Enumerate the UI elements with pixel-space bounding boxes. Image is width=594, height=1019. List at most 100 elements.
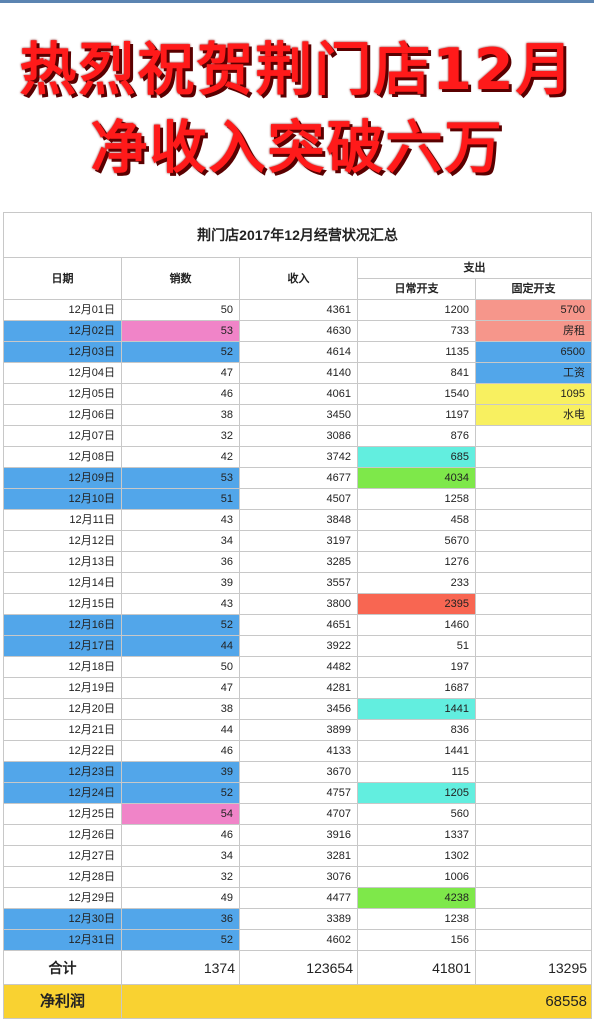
sales-cell: 51 bbox=[121, 488, 240, 510]
income-cell: 3281 bbox=[239, 845, 358, 867]
daily-expense-cell: 1441 bbox=[357, 698, 476, 720]
fixed-expense-cell: 5700 bbox=[474, 299, 593, 321]
date-cell: 12月14日 bbox=[3, 572, 122, 594]
income-cell: 3076 bbox=[239, 866, 358, 888]
fixed-expense-cell: 房租 bbox=[474, 320, 593, 342]
income-cell: 4133 bbox=[239, 740, 358, 762]
fixed-expense-cell: 工资 bbox=[474, 362, 593, 384]
total-label: 合计 bbox=[3, 950, 122, 985]
income-cell: 3197 bbox=[239, 530, 358, 552]
daily-expense-cell: 2395 bbox=[357, 593, 476, 615]
date-cell: 12月13日 bbox=[3, 551, 122, 573]
fixed-expense-cell bbox=[474, 467, 593, 489]
daily-expense-cell: 5670 bbox=[357, 530, 476, 552]
date-cell: 12月26日 bbox=[3, 824, 122, 846]
income-cell: 4707 bbox=[239, 803, 358, 825]
income-cell: 4651 bbox=[239, 614, 358, 636]
header-daily-expense: 日常开支 bbox=[357, 278, 476, 300]
total-daily-expense: 41801 bbox=[357, 950, 476, 985]
date-cell: 12月04日 bbox=[3, 362, 122, 384]
net-profit-label: 净利润 bbox=[3, 984, 122, 1019]
fixed-expense-cell bbox=[474, 782, 593, 804]
daily-expense-cell: 1197 bbox=[357, 404, 476, 426]
table-row: 12月19日 47 4281 1687 bbox=[3, 677, 593, 699]
sales-cell: 53 bbox=[121, 467, 240, 489]
income-cell: 3557 bbox=[239, 572, 358, 594]
daily-expense-cell: 51 bbox=[357, 635, 476, 657]
date-cell: 12月25日 bbox=[3, 803, 122, 825]
fixed-expense-cell bbox=[474, 761, 593, 783]
table-row: 12月25日 54 4707 560 bbox=[3, 803, 593, 825]
date-cell: 12月08日 bbox=[3, 446, 122, 468]
income-cell: 3848 bbox=[239, 509, 358, 531]
fixed-expense-cell bbox=[474, 677, 593, 699]
sales-cell: 39 bbox=[121, 572, 240, 594]
income-cell: 4677 bbox=[239, 467, 358, 489]
table-row: 12月26日 46 3916 1337 bbox=[3, 824, 593, 846]
total-row: 合计 1374 123654 41801 13295 bbox=[3, 950, 593, 985]
sales-cell: 49 bbox=[121, 887, 240, 909]
income-cell: 4140 bbox=[239, 362, 358, 384]
table-row: 12月14日 39 3557 233 bbox=[3, 572, 593, 594]
fixed-expense-cell bbox=[474, 866, 593, 888]
income-cell: 3285 bbox=[239, 551, 358, 573]
header-fixed-expense: 固定开支 bbox=[474, 278, 593, 300]
daily-expense-cell: 156 bbox=[357, 929, 476, 951]
table-row: 12月01日 50 4361 1200 5700 bbox=[3, 299, 593, 321]
daily-expense-cell: 1258 bbox=[357, 488, 476, 510]
sales-cell: 52 bbox=[121, 341, 240, 363]
table-row: 12月24日 52 4757 1205 bbox=[3, 782, 593, 804]
date-cell: 12月18日 bbox=[3, 656, 122, 678]
income-cell: 4757 bbox=[239, 782, 358, 804]
sales-cell: 47 bbox=[121, 362, 240, 384]
date-cell: 12月05日 bbox=[3, 383, 122, 405]
income-cell: 3916 bbox=[239, 824, 358, 846]
income-cell: 3670 bbox=[239, 761, 358, 783]
sales-cell: 46 bbox=[121, 383, 240, 405]
headline-line-1: 热烈祝贺荆门店12月 bbox=[19, 37, 575, 103]
daily-expense-cell: 560 bbox=[357, 803, 476, 825]
table-row: 12月21日 44 3899 836 bbox=[3, 719, 593, 741]
sales-cell: 42 bbox=[121, 446, 240, 468]
date-cell: 12月10日 bbox=[3, 488, 122, 510]
sales-cell: 54 bbox=[121, 803, 240, 825]
fixed-expense-cell bbox=[474, 908, 593, 930]
fixed-expense-cell: 6500 bbox=[474, 341, 593, 363]
date-cell: 12月07日 bbox=[3, 425, 122, 447]
date-cell: 12月31日 bbox=[3, 929, 122, 951]
net-profit-value: 68558 bbox=[120, 984, 593, 1019]
fixed-expense-cell bbox=[474, 824, 593, 846]
fixed-expense-cell bbox=[474, 740, 593, 762]
table-row: 12月20日 38 3456 1441 bbox=[3, 698, 593, 720]
fixed-expense-cell bbox=[474, 446, 593, 468]
date-cell: 12月09日 bbox=[3, 467, 122, 489]
table-row: 12月30日 36 3389 1238 bbox=[3, 908, 593, 930]
sales-cell: 53 bbox=[121, 320, 240, 342]
fixed-expense-cell bbox=[474, 719, 593, 741]
daily-expense-cell: 1135 bbox=[357, 341, 476, 363]
daily-expense-cell: 836 bbox=[357, 719, 476, 741]
date-cell: 12月06日 bbox=[3, 404, 122, 426]
fixed-expense-cell bbox=[474, 530, 593, 552]
date-cell: 12月28日 bbox=[3, 866, 122, 888]
fixed-expense-cell bbox=[474, 593, 593, 615]
income-cell: 4477 bbox=[239, 887, 358, 909]
table-row: 12月10日 51 4507 1258 bbox=[3, 488, 593, 510]
income-cell: 4602 bbox=[239, 929, 358, 951]
date-cell: 12月30日 bbox=[3, 908, 122, 930]
sales-cell: 36 bbox=[121, 908, 240, 930]
daily-expense-cell: 685 bbox=[357, 446, 476, 468]
total-fixed-expense: 13295 bbox=[474, 950, 593, 985]
daily-expense-cell: 1441 bbox=[357, 740, 476, 762]
income-cell: 4630 bbox=[239, 320, 358, 342]
table-row: 12月23日 39 3670 115 bbox=[3, 761, 593, 783]
table-row: 12月05日 46 4061 1540 1095 bbox=[3, 383, 593, 405]
sales-cell: 46 bbox=[121, 824, 240, 846]
daily-expense-cell: 1238 bbox=[357, 908, 476, 930]
sales-cell: 44 bbox=[121, 635, 240, 657]
table-row: 12月13日 36 3285 1276 bbox=[3, 551, 593, 573]
table-row: 12月31日 52 4602 156 bbox=[3, 929, 593, 951]
date-cell: 12月23日 bbox=[3, 761, 122, 783]
table-row: 12月08日 42 3742 685 bbox=[3, 446, 593, 468]
daily-expense-cell: 458 bbox=[357, 509, 476, 531]
